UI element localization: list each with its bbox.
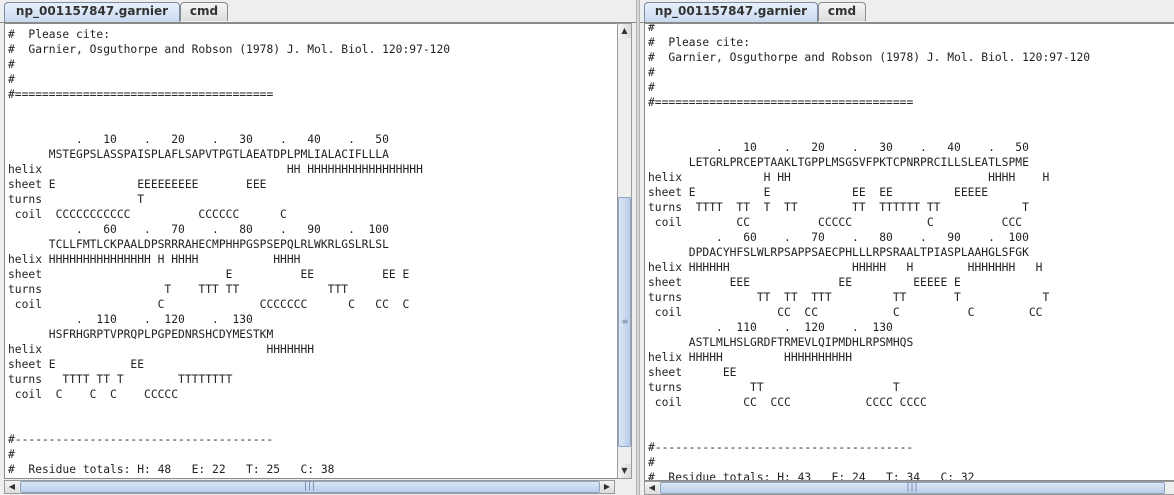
left-tab-cmd[interactable]: cmd: [180, 2, 228, 21]
left-editor-pane: np_001157847.garnier cmd # Please cite: …: [0, 0, 636, 495]
arrow-up-icon[interactable]: ▲: [618, 24, 631, 38]
right-tab-bar: np_001157847.garnier cmd: [640, 0, 1174, 23]
left-output-text[interactable]: # Please cite: # Garnier, Osguthorpe and…: [5, 27, 618, 478]
arrow-left-icon[interactable]: ◀: [645, 482, 659, 494]
left-horizontal-scroll-thumb[interactable]: |||: [20, 481, 600, 493]
right-tab-garnier-file[interactable]: np_001157847.garnier: [644, 2, 818, 22]
left-tab-garnier-file[interactable]: np_001157847.garnier: [4, 2, 180, 22]
right-editor-pane: np_001157847.garnier cmd # # Please cite…: [640, 0, 1174, 495]
scroll-corner: [617, 480, 632, 494]
left-tab-bar: np_001157847.garnier cmd: [0, 0, 636, 23]
left-text-area[interactable]: # Please cite: # Garnier, Osguthorpe and…: [4, 23, 619, 479]
right-output-text[interactable]: # # Please cite: # Garnier, Osguthorpe a…: [645, 24, 1174, 480]
arrow-left-icon[interactable]: ◀: [5, 481, 19, 493]
right-horizontal-scroll-thumb[interactable]: |||: [660, 482, 1165, 494]
left-vertical-scroll-thumb[interactable]: ≡: [618, 197, 631, 447]
right-tab-cmd[interactable]: cmd: [818, 2, 866, 21]
grip-icon: |||: [303, 481, 317, 492]
arrow-down-icon[interactable]: ▼: [618, 464, 631, 478]
right-text-area[interactable]: # # Please cite: # Garnier, Osguthorpe a…: [644, 23, 1174, 481]
grip-icon: ≡: [621, 317, 629, 326]
left-horizontal-scrollbar[interactable]: ◀ ||| ▶: [4, 480, 615, 494]
right-horizontal-scrollbar[interactable]: ◀ |||: [644, 481, 1174, 495]
left-vertical-scrollbar[interactable]: ▲ ≡ ▼: [617, 23, 632, 479]
grip-icon: |||: [906, 482, 919, 493]
arrow-right-icon[interactable]: ▶: [600, 481, 614, 493]
